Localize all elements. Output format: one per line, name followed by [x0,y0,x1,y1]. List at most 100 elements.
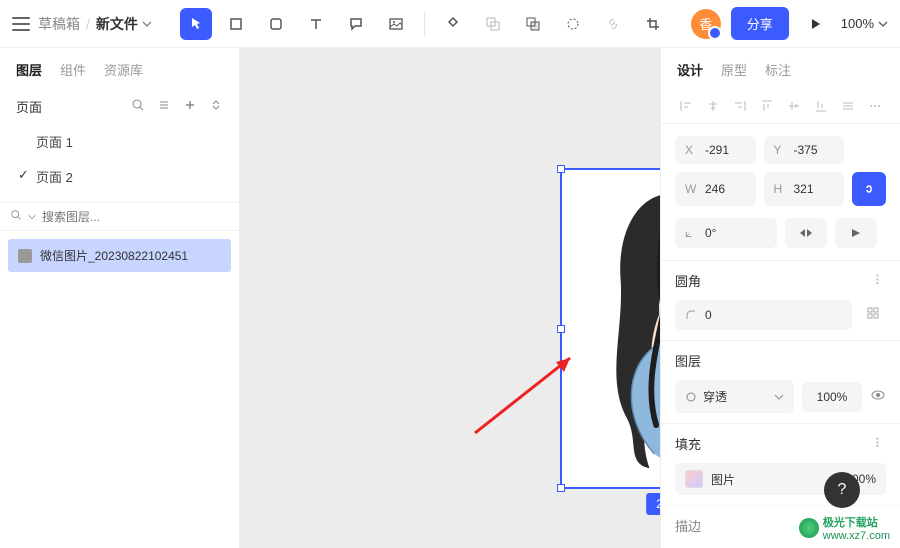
tab-resources[interactable]: 资源库 [104,60,143,79]
resize-handle[interactable] [557,325,565,333]
breadcrumb-file[interactable]: 新文件 [96,14,152,34]
visibility-icon[interactable] [870,387,886,406]
watermark-name: 极光下载站 [823,514,890,530]
constrain-proportions-button[interactable] [852,172,886,206]
illustration-content [568,176,660,478]
x-field[interactable]: X-291 [675,136,756,164]
component-tool[interactable] [437,8,469,40]
w-field[interactable]: W246 [675,172,756,206]
zoom-control[interactable]: 100% [841,16,888,31]
chevron-down-icon [142,19,152,29]
search-icon[interactable] [10,209,22,224]
pages-label: 页面 [16,97,121,116]
collapse-icon[interactable] [209,98,223,115]
tab-layers[interactable]: 图层 [16,60,42,79]
image-layer-icon [18,249,32,263]
user-avatar[interactable]: 香 [691,9,721,39]
layer-search [0,202,239,231]
breadcrumb-drafts[interactable]: 草稿箱 [38,14,80,34]
angle-icon: ⟀ [685,226,699,241]
dimension-badge: 246 × 321 [646,493,660,515]
corner-radius-field[interactable]: 0 [675,300,852,330]
align-center-v-icon[interactable] [784,95,805,117]
page-item-2[interactable]: 页面 2 [0,159,239,194]
align-center-h-icon[interactable] [702,95,723,117]
align-right-icon[interactable] [729,95,750,117]
layer-search-input[interactable] [42,210,229,224]
tab-design[interactable]: 设计 [677,60,703,79]
corner-options-icon[interactable]: ⠇ [874,273,886,289]
fill-section: 填充⠇ 图片 100% [661,423,900,505]
avatar-initial: 香 [699,14,712,33]
play-button[interactable] [799,8,831,40]
layer-item[interactable]: 微信图片_20230822102451 [8,239,231,272]
align-left-icon[interactable] [675,95,696,117]
tab-prototype[interactable]: 原型 [721,60,747,79]
more-align-icon[interactable] [865,95,886,117]
resize-handle[interactable] [557,484,565,492]
link-tool[interactable] [597,8,629,40]
align-bottom-icon[interactable] [811,95,832,117]
y-field[interactable]: Y-375 [764,136,845,164]
rectangle-tool[interactable] [260,8,292,40]
menu-icon[interactable] [12,17,30,31]
tab-notes[interactable]: 标注 [765,60,791,79]
image-tool[interactable] [380,8,412,40]
boolean-tool[interactable] [517,8,549,40]
file-name-label: 新文件 [96,14,138,34]
watermark-url: www.xz7.com [823,530,890,542]
corner-icon [685,309,697,321]
stroke-label: 描边 [675,516,701,535]
rotation-field[interactable]: ⟀0° [675,218,777,248]
alignment-controls [661,89,900,124]
left-panel: 图层 组件 资源库 页面 页面 1 页面 2 微信图片_202308221024… [0,48,240,548]
list-icon[interactable] [157,98,171,115]
flip-horizontal-button[interactable] [785,218,827,248]
toolbar-divider [424,12,425,36]
blend-mode-value: 穿透 [703,388,727,405]
text-tool[interactable] [300,8,332,40]
outline-tool[interactable] [557,8,589,40]
right-tabs: 设计 原型 标注 [661,48,900,89]
align-top-icon[interactable] [756,95,777,117]
distribute-h-icon[interactable] [838,95,859,117]
chevron-down-icon[interactable] [28,213,36,221]
opacity-field[interactable]: 100% [802,382,862,412]
corner-value: 0 [705,308,712,322]
fill-type: 图片 [711,471,837,488]
add-page-icon[interactable] [183,98,197,115]
chevron-down-icon [878,19,888,29]
blend-icon [685,391,697,403]
crop-tool[interactable] [637,8,669,40]
watermark-logo-icon [799,518,819,538]
pages-header: 页面 [0,89,239,124]
blend-mode-field[interactable]: 穿透 [675,380,794,413]
help-button[interactable]: ? [824,472,860,508]
share-button[interactable]: 分享 [731,7,789,40]
h-field[interactable]: H321 [764,172,845,206]
search-icon[interactable] [131,98,145,115]
selected-image[interactable]: 246 × 321 [560,168,660,489]
layer-name: 微信图片_20230822102451 [40,247,188,264]
corner-label: 圆角 [675,271,701,290]
top-toolbar: 草稿箱 / 新文件 香 分享 100% [0,0,900,48]
opacity-value: 100% [817,390,848,404]
pointer-tool[interactable] [180,8,212,40]
left-tabs: 图层 组件 资源库 [0,48,239,89]
comment-tool[interactable] [340,8,372,40]
tab-components[interactable]: 组件 [60,60,86,79]
frame-tool[interactable] [220,8,252,40]
flip-vertical-button[interactable] [835,218,877,248]
corner-expand-icon[interactable] [860,300,886,326]
resize-handle[interactable] [557,165,565,173]
right-panel: 设计 原型 标注 X-291 Y-375 W246 H321 ⟀0° [660,48,900,548]
fill-label: 填充 [675,434,701,453]
breadcrumb-separator: / [86,16,90,32]
corner-section: 圆角 ⠇ 0 [661,260,900,340]
mask-tool[interactable] [477,8,509,40]
canvas[interactable]: 246 × 321 [240,48,660,548]
layer-section-label: 图层 [675,351,701,370]
page-item-1[interactable]: 页面 1 [0,124,239,159]
watermark: 极光下载站 www.xz7.com [799,514,890,542]
fill-options-icon[interactable]: ⠇ [874,436,886,452]
